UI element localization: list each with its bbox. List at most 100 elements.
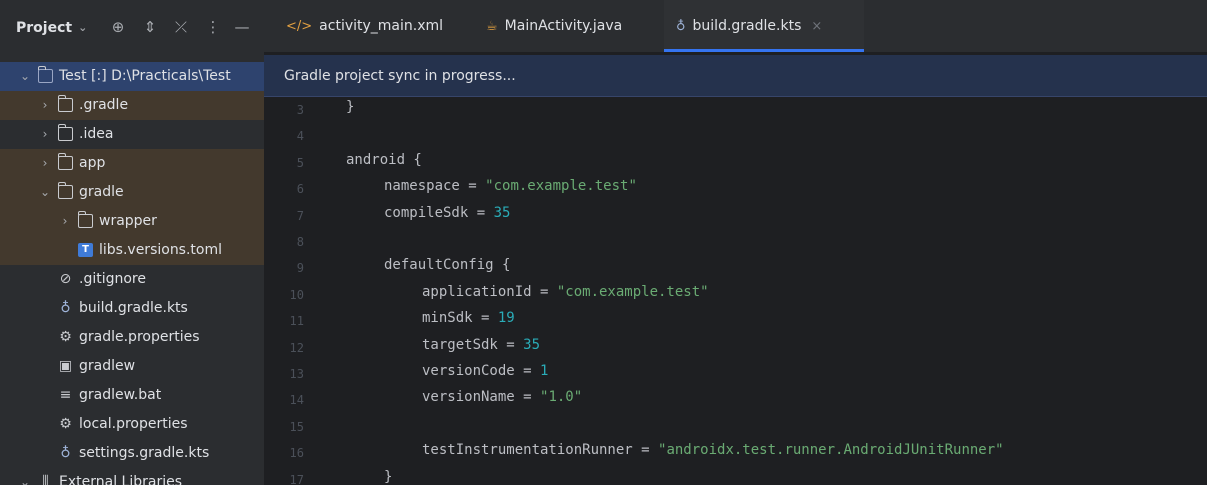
project-panel-header: Project ⌄ ⊕ ⇕ ⤫ ⋮ — — [0, 0, 264, 55]
code-token: 35 — [523, 336, 541, 353]
sync-banner: Gradle project sync in progress... — [264, 55, 1207, 97]
chevron-right-icon[interactable]: › — [38, 149, 52, 178]
folder-icon — [78, 211, 93, 228]
chevron-down-icon[interactable]: ⌄ — [18, 468, 32, 485]
project-panel: Project ⌄ ⊕ ⇕ ⤫ ⋮ — ⌄ Test [:] D:\Practic… — [0, 0, 264, 485]
code-token: "com.example.test" — [485, 178, 637, 195]
code-editor[interactable]: 3} 4 5 android {6 namespace = "com.example.t… — [264, 97, 1207, 485]
more-options-icon[interactable]: ⋮ — [203, 17, 223, 37]
code-line[interactable]: namespace = "com.example.test" — [384, 178, 637, 194]
code-token: testInstrumentationRunner = — [422, 442, 659, 459]
tab-label: build.gradle.kts — [692, 18, 802, 34]
chevron-down-icon[interactable]: ⌄ — [18, 62, 32, 91]
java-icon: ☕ — [486, 19, 498, 34]
line-number: 4 — [296, 129, 304, 144]
code-line[interactable]: } — [346, 99, 354, 115]
code-line[interactable]: defaultConfig { — [384, 257, 510, 273]
tree-item-label: app — [79, 155, 106, 171]
chevron-right-icon[interactable]: › — [38, 91, 52, 120]
folder-icon — [58, 95, 73, 112]
tree-item[interactable]: ⌄ gradle — [0, 178, 264, 207]
tree-item[interactable]: ♁ settings.gradle.kts — [0, 439, 264, 468]
locate-icon[interactable]: ⊕ — [108, 17, 128, 37]
collapse-all-icon[interactable]: ⤫ — [171, 17, 191, 37]
tree-item-label: .idea — [79, 126, 114, 142]
project-tree: ⌄ Test [:] D:\Practicals\Test › .gradle › .id… — [0, 62, 264, 485]
code-line[interactable]: } — [384, 469, 392, 485]
code-line[interactable]: applicationId = "com.example.test" — [422, 284, 709, 300]
chevron-right-icon[interactable]: › — [58, 207, 72, 236]
tree-item[interactable]: ▣ gradlew — [0, 352, 264, 381]
code-line[interactable]: android { — [346, 152, 422, 168]
tree-item[interactable]: ≡ gradlew.bat — [0, 381, 264, 410]
tab-activity-main-xml[interactable]: </> activity_main.xml — [274, 0, 464, 52]
tree-item[interactable]: ♁ build.gradle.kts — [0, 294, 264, 323]
line-number: 5 — [296, 155, 304, 170]
tree-item[interactable]: ⊘ .gitignore — [0, 265, 264, 294]
code-token: } — [346, 99, 355, 115]
tree-item[interactable]: ⌄ ⫼ External Libraries — [0, 468, 264, 485]
code-token: android { — [346, 151, 422, 168]
tree-item[interactable]: ⌄ Test [:] D:\Practicals\Test — [0, 62, 264, 91]
settings-icon: ⚙ — [59, 329, 72, 345]
tree-item-label: gradlew — [79, 358, 136, 374]
code-token: defaultConfig { — [384, 257, 511, 274]
chevron-down-icon[interactable]: ⌄ — [38, 178, 52, 207]
toml-icon: T — [78, 243, 93, 257]
code-line[interactable]: minSdk = 19 — [422, 310, 515, 326]
ide-window: Project ⌄ ⊕ ⇕ ⤫ ⋮ — ⌄ Test [:] D:\Practic… — [0, 0, 1207, 485]
text-icon: ≡ — [59, 387, 72, 403]
hide-panel-icon[interactable]: — — [232, 17, 252, 37]
tree-item[interactable]: › .gradle — [0, 91, 264, 120]
tab-mainactivity-java[interactable]: ☕ MainActivity.java — [474, 0, 649, 52]
tab-build-gradle-kts[interactable]: ♁ build.gradle.kts × — [664, 0, 864, 52]
tree-item[interactable]: ⚙ local.properties — [0, 410, 264, 439]
line-number: 13 — [289, 367, 304, 381]
line-number: 12 — [289, 340, 304, 355]
line-number: 14 — [289, 393, 304, 408]
terminal-icon: ▣ — [58, 358, 73, 374]
code-token: versionCode = — [422, 363, 541, 379]
tree-item[interactable]: › .idea — [0, 120, 264, 149]
code-token: 19 — [497, 310, 515, 327]
code-token: namespace = — [384, 178, 486, 195]
sync-banner-text: Gradle project sync in progress... — [284, 68, 516, 84]
code-line[interactable]: versionCode = 1 — [422, 363, 548, 379]
tree-item-label: wrapper — [99, 213, 157, 229]
code-token: minSdk = — [422, 310, 498, 327]
project-view-selector[interactable]: Project ⌄ — [16, 0, 87, 55]
tree-item-label: Test [:] D:\Practicals\Test — [59, 68, 231, 84]
code-token: targetSdk = — [422, 336, 524, 353]
tree-item-label: build.gradle.kts — [79, 300, 188, 316]
ignore-icon: ⊘ — [59, 271, 72, 287]
code-line[interactable]: targetSdk = 35 — [422, 337, 540, 353]
tree-item[interactable]: › wrapper — [0, 207, 264, 236]
tree-item-label: local.properties — [79, 416, 188, 432]
line-number: 10 — [289, 287, 304, 302]
chevron-right-icon[interactable]: › — [38, 120, 52, 149]
library-icon: ⫼ — [42, 474, 49, 485]
close-icon[interactable]: × — [811, 19, 822, 34]
expand-all-icon[interactable]: ⇕ — [140, 17, 160, 37]
line-number: 6 — [296, 182, 304, 197]
tree-item-label: settings.gradle.kts — [79, 445, 210, 461]
code-token: applicationId = — [422, 283, 557, 300]
folder-icon — [58, 153, 73, 170]
code-token: compileSdk = — [384, 204, 494, 221]
tree-item-label: gradlew.bat — [79, 387, 162, 403]
tab-label: MainActivity.java — [504, 18, 623, 34]
code-line[interactable]: compileSdk = 35 — [384, 205, 510, 221]
tree-item[interactable]: Tlibs.versions.toml — [0, 236, 264, 265]
xml-icon: </> — [286, 19, 313, 34]
code-token: "1.0" — [540, 389, 583, 406]
code-line[interactable]: versionName = "1.0" — [422, 389, 582, 405]
code-line[interactable]: testInstrumentationRunner = "androidx.te… — [422, 442, 1004, 458]
tree-item[interactable]: ⚙ gradle.properties — [0, 323, 264, 352]
tree-item-label: .gradle — [79, 97, 129, 113]
tree-item[interactable]: › app — [0, 149, 264, 178]
folder-icon — [58, 124, 73, 141]
gradle-icon: ♁ — [60, 445, 71, 461]
line-number: 9 — [296, 261, 304, 276]
line-number: 8 — [296, 235, 304, 249]
tree-item-label: .gitignore — [79, 271, 146, 287]
